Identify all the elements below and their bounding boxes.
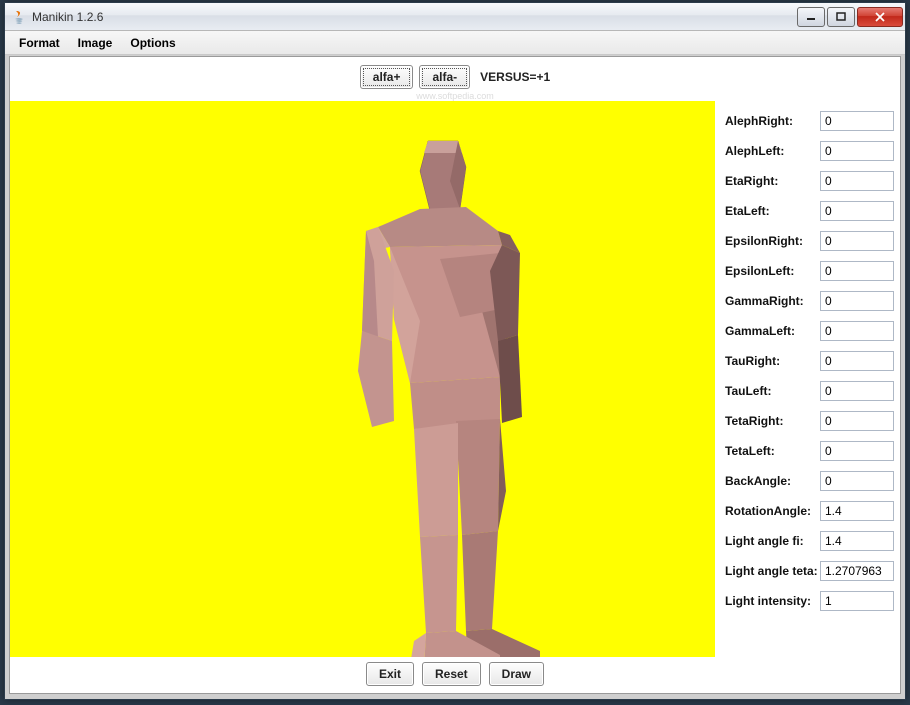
param-input-tetaright[interactable] [820, 411, 894, 431]
menu-image[interactable]: Image [70, 33, 121, 53]
window-controls [795, 7, 903, 27]
param-row: TauLeft: [725, 377, 894, 405]
param-row: EpsilonRight: [725, 227, 894, 255]
param-input-etaleft[interactable] [820, 201, 894, 221]
render-canvas[interactable] [10, 101, 715, 657]
maximize-button[interactable] [827, 7, 855, 27]
param-input-tauright[interactable] [820, 351, 894, 371]
side-panel: AlephRight: AlephLeft: EtaRight: EtaLeft… [715, 101, 900, 657]
window-title: Manikin 1.2.6 [32, 10, 795, 24]
param-label: RotationAngle: [725, 504, 820, 518]
param-row: EtaLeft: [725, 197, 894, 225]
alfa-minus-button[interactable]: alfa- [419, 65, 470, 89]
param-row: AlephRight: [725, 107, 894, 135]
param-row: Light intensity: [725, 587, 894, 615]
reset-button[interactable]: Reset [422, 662, 481, 686]
param-input-alephleft[interactable] [820, 141, 894, 161]
param-row: EpsilonLeft: [725, 257, 894, 285]
param-label: Light angle teta: [725, 564, 820, 578]
alfa-plus-button[interactable]: alfa+ [360, 65, 414, 89]
param-label: BackAngle: [725, 474, 820, 488]
param-row: RotationAngle: [725, 497, 894, 525]
param-label: Light angle fi: [725, 534, 820, 548]
watermark-text: www.softpedia.com [10, 91, 900, 101]
content-panel: alfa+ alfa- VERSUS=+1 www.softpedia.com [9, 56, 901, 694]
param-input-lightanglefi[interactable] [820, 531, 894, 551]
param-label: Light intensity: [725, 594, 820, 608]
param-label: GammaLeft: [725, 324, 820, 338]
param-input-gammaright[interactable] [820, 291, 894, 311]
param-input-lightangleteta[interactable] [820, 561, 894, 581]
main-row: AlephRight: AlephLeft: EtaRight: EtaLeft… [10, 101, 900, 657]
param-input-backangle[interactable] [820, 471, 894, 491]
param-label: AlephRight: [725, 114, 820, 128]
param-row: GammaLeft: [725, 317, 894, 345]
param-input-etaright[interactable] [820, 171, 894, 191]
param-label: AlephLeft: [725, 144, 820, 158]
menu-format[interactable]: Format [11, 33, 68, 53]
titlebar[interactable]: Manikin 1.2.6 [5, 3, 905, 31]
param-row: TauRight: [725, 347, 894, 375]
param-row: Light angle teta: [725, 557, 894, 585]
param-row: TetaRight: [725, 407, 894, 435]
param-row: GammaRight: [725, 287, 894, 315]
minimize-button[interactable] [797, 7, 825, 27]
param-input-rotationangle[interactable] [820, 501, 894, 521]
menu-options[interactable]: Options [122, 33, 183, 53]
param-label: GammaRight: [725, 294, 820, 308]
param-row: TetaLeft: [725, 437, 894, 465]
param-label: EpsilonRight: [725, 234, 820, 248]
param-label: TetaLeft: [725, 444, 820, 458]
app-window: Manikin 1.2.6 Format Image Options alfa+… [4, 2, 906, 700]
versus-label: VERSUS=+1 [480, 70, 550, 84]
param-row: BackAngle: [725, 467, 894, 495]
param-input-epsilonright[interactable] [820, 231, 894, 251]
manikin-figure [350, 131, 600, 657]
param-label: TetaRight: [725, 414, 820, 428]
param-input-tetaleft[interactable] [820, 441, 894, 461]
param-input-gammaleft[interactable] [820, 321, 894, 341]
menubar: Format Image Options [5, 31, 905, 55]
param-label: EtaRight: [725, 174, 820, 188]
draw-button[interactable]: Draw [489, 662, 544, 686]
param-row: AlephLeft: [725, 137, 894, 165]
param-label: EpsilonLeft: [725, 264, 820, 278]
param-label: TauRight: [725, 354, 820, 368]
param-input-lightintensity[interactable] [820, 591, 894, 611]
param-input-epsilonleft[interactable] [820, 261, 894, 281]
bottom-toolbar: Exit Reset Draw [10, 657, 900, 691]
close-button[interactable] [857, 7, 903, 27]
param-input-alephright[interactable] [820, 111, 894, 131]
param-row: Light angle fi: [725, 527, 894, 555]
param-row: EtaRight: [725, 167, 894, 195]
java-icon [11, 9, 27, 25]
param-input-tauleft[interactable] [820, 381, 894, 401]
param-label: TauLeft: [725, 384, 820, 398]
exit-button[interactable]: Exit [366, 662, 414, 686]
param-label: EtaLeft: [725, 204, 820, 218]
